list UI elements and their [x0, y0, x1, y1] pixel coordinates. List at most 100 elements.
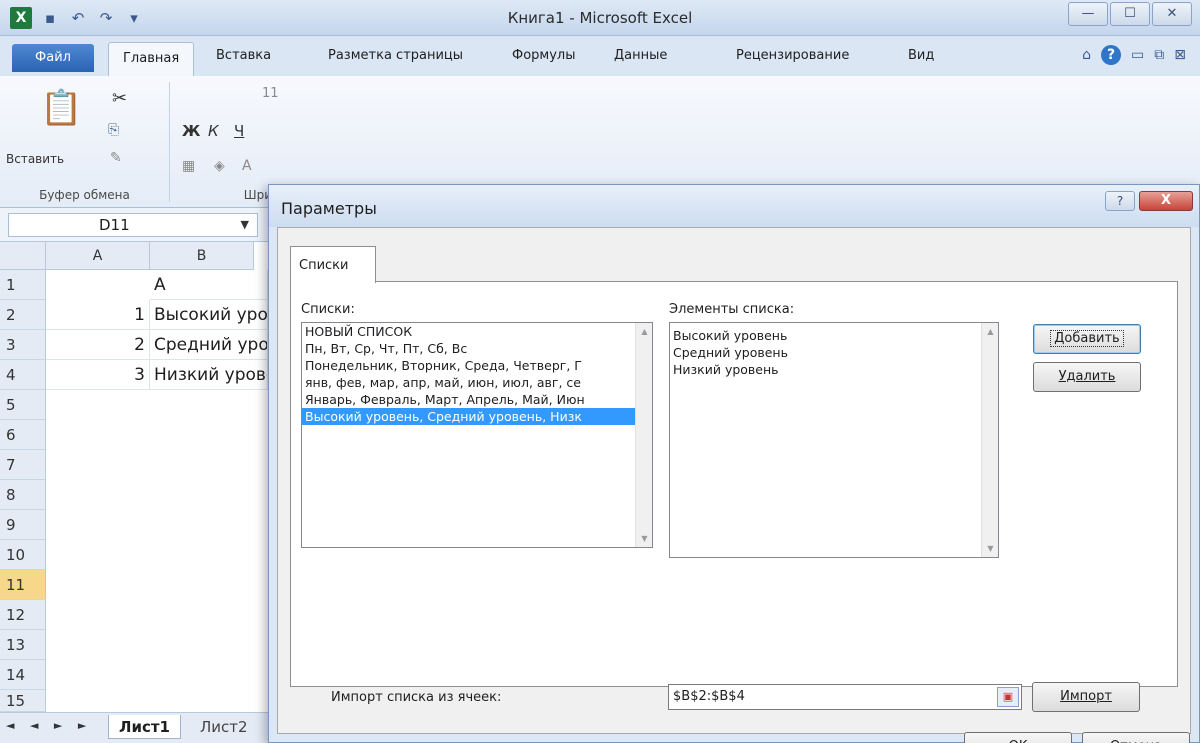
row-header-9[interactable]: 9: [0, 510, 46, 540]
dialog-help-button[interactable]: ?: [1105, 191, 1135, 211]
list-item[interactable]: янв, фев, мар, апр, май, июн, июл, авг, …: [302, 374, 652, 391]
cell-b4[interactable]: Низкий урове: [150, 360, 268, 390]
import-range-field[interactable]: $B$2:$B$4 ▣: [668, 684, 1022, 710]
list-entries-box[interactable]: Высокий уровень Средний уровень Низкий у…: [669, 322, 999, 558]
restore-doc-icon[interactable]: ▭: [1131, 47, 1144, 63]
scroll-down-icon[interactable]: ▼: [636, 530, 652, 547]
select-all-corner[interactable]: [0, 242, 46, 270]
tab-lists[interactable]: Списки: [290, 246, 376, 283]
row-header-14[interactable]: 14: [0, 660, 46, 690]
delete-button[interactable]: Удалить: [1033, 362, 1141, 392]
row-header-11[interactable]: 11: [0, 570, 46, 600]
maximize-button[interactable]: ☐: [1110, 2, 1150, 26]
row-header-15[interactable]: 15: [0, 690, 46, 712]
bold-button[interactable]: Ж: [182, 122, 200, 140]
list-item-selected[interactable]: Высокий уровень, Средний уровень, Низк: [302, 408, 652, 425]
sheet-tab-1[interactable]: Лист1: [108, 715, 181, 739]
doc-window-icon[interactable]: ⧉: [1154, 47, 1164, 63]
row-header-2[interactable]: 2: [0, 300, 46, 330]
tab-page-layout[interactable]: Разметка страницы: [328, 48, 463, 63]
help-icon[interactable]: ?: [1101, 45, 1122, 65]
borders-icon[interactable]: ▦: [182, 158, 195, 174]
tab-view[interactable]: Вид: [908, 48, 934, 63]
cell-a4[interactable]: 3: [46, 360, 150, 390]
cell-a2[interactable]: 1: [46, 300, 150, 330]
format-painter-icon[interactable]: ✎: [110, 150, 122, 166]
clipboard-group: 📋 Вставить ✂ ⎘ ✎ Буфер обмена: [0, 82, 170, 202]
list-item[interactable]: Пн, Вт, Ср, Чт, Пт, Сб, Вс: [302, 340, 652, 357]
ribbon-tabs: Файл Главная Вставка Разметка страницы Ф…: [0, 36, 1200, 76]
row-header-7[interactable]: 7: [0, 450, 46, 480]
row-header-12[interactable]: 12: [0, 600, 46, 630]
row-header-8[interactable]: 8: [0, 480, 46, 510]
sheet-tab-2[interactable]: Лист2: [190, 715, 258, 739]
tab-review[interactable]: Рецензирование: [736, 48, 849, 63]
list-item[interactable]: Январь, Февраль, Март, Апрель, Май, Июн: [302, 391, 652, 408]
cancel-button[interactable]: Отмена: [1082, 732, 1190, 743]
underline-button[interactable]: Ч: [234, 122, 244, 140]
row-header-10[interactable]: 10: [0, 540, 46, 570]
list-entry[interactable]: Средний уровень: [670, 344, 998, 361]
collapse-dialog-icon[interactable]: ▣: [997, 687, 1019, 707]
title-bar: X ▪ ↶ ↷ ▾ Книга1 - Microsoft Excel — ☐ ✕: [0, 0, 1200, 36]
lists-label: Списки:: [301, 302, 355, 317]
copy-icon[interactable]: ⎘: [108, 122, 119, 138]
font-color-button[interactable]: A: [242, 158, 252, 174]
paste-button[interactable]: Вставить: [6, 152, 64, 166]
cell-b1[interactable]: А: [150, 270, 268, 300]
tab-file[interactable]: Файл: [12, 44, 94, 72]
tab-formulas[interactable]: Формулы: [512, 48, 575, 63]
lists-tab-panel: Списки: НОВЫЙ СПИСОК Пн, Вт, Ср, Чт, Пт,…: [290, 281, 1178, 705]
row-header-5[interactable]: 5: [0, 390, 46, 420]
list-entries-label: Элементы списка:: [669, 302, 795, 317]
close-doc-icon[interactable]: ⊠: [1174, 47, 1186, 63]
row-header-13[interactable]: 13: [0, 630, 46, 660]
tab-insert[interactable]: Вставка: [216, 48, 271, 63]
column-header-a[interactable]: A: [46, 242, 150, 270]
cell-b2[interactable]: Высокий уро: [150, 300, 268, 330]
name-box-value: D11: [99, 216, 130, 234]
chevron-down-icon[interactable]: ▼: [241, 214, 249, 236]
list-entry[interactable]: Низкий уровень: [670, 361, 998, 378]
import-button[interactable]: Импорт: [1032, 682, 1140, 712]
row-header-4[interactable]: 4: [0, 360, 46, 390]
tab-data[interactable]: Данные: [614, 48, 667, 63]
font-group: 11 Ж К Ч ▦ ◈ A Шри: [170, 82, 279, 202]
list-item[interactable]: НОВЫЙ СПИСОК: [302, 323, 652, 340]
list-item[interactable]: Понедельник, Вторник, Среда, Четверг, Г: [302, 357, 652, 374]
row-header-3[interactable]: 3: [0, 330, 46, 360]
scroll-up-icon[interactable]: ▲: [636, 323, 652, 340]
cut-icon[interactable]: ✂: [112, 88, 127, 109]
dialog-close-button[interactable]: X: [1139, 191, 1193, 211]
tab-home[interactable]: Главная: [108, 42, 195, 76]
minimize-ribbon-icon[interactable]: ⌂: [1082, 47, 1091, 63]
lists-scrollbar[interactable]: ▲ ▼: [635, 323, 652, 547]
scroll-down-icon[interactable]: ▼: [982, 540, 998, 557]
ok-button[interactable]: OK: [964, 732, 1072, 743]
name-box[interactable]: D11 ▼: [8, 213, 258, 237]
cell-a3[interactable]: 2: [46, 330, 150, 360]
import-label: Импорт списка из ячеек:: [331, 690, 502, 705]
delete-button-label: Удалить: [1058, 369, 1116, 384]
italic-button[interactable]: К: [208, 122, 219, 140]
row-header-6[interactable]: 6: [0, 420, 46, 450]
import-button-label: Импорт: [1060, 689, 1112, 704]
entries-scrollbar[interactable]: ▲ ▼: [981, 323, 998, 557]
list-entry[interactable]: Высокий уровень: [670, 327, 998, 344]
add-button[interactable]: Добавить: [1033, 324, 1141, 354]
dialog-title: Параметры: [281, 199, 377, 218]
dialog-body: Списки Списки: НОВЫЙ СПИСОК Пн, Вт, Ср, …: [277, 227, 1191, 743]
font-size-field[interactable]: 11: [262, 86, 279, 101]
custom-lists-box[interactable]: НОВЫЙ СПИСОК Пн, Вт, Ср, Чт, Пт, Сб, Вс …: [301, 322, 653, 548]
cell-b3[interactable]: Средний уро: [150, 330, 268, 360]
sheet-nav-arrows[interactable]: ◄ ◄ ► ►: [6, 719, 92, 732]
minimize-button[interactable]: —: [1068, 2, 1108, 26]
row-header-1[interactable]: 1: [0, 270, 46, 300]
column-header-b[interactable]: B: [150, 242, 254, 270]
fill-color-icon[interactable]: ◈: [214, 158, 225, 174]
window-title: Книга1 - Microsoft Excel: [507, 9, 693, 27]
close-window-button[interactable]: ✕: [1152, 2, 1192, 26]
font-group-label: Шри: [243, 188, 272, 202]
scroll-up-icon[interactable]: ▲: [982, 323, 998, 340]
paste-icon[interactable]: 📋: [40, 88, 82, 128]
